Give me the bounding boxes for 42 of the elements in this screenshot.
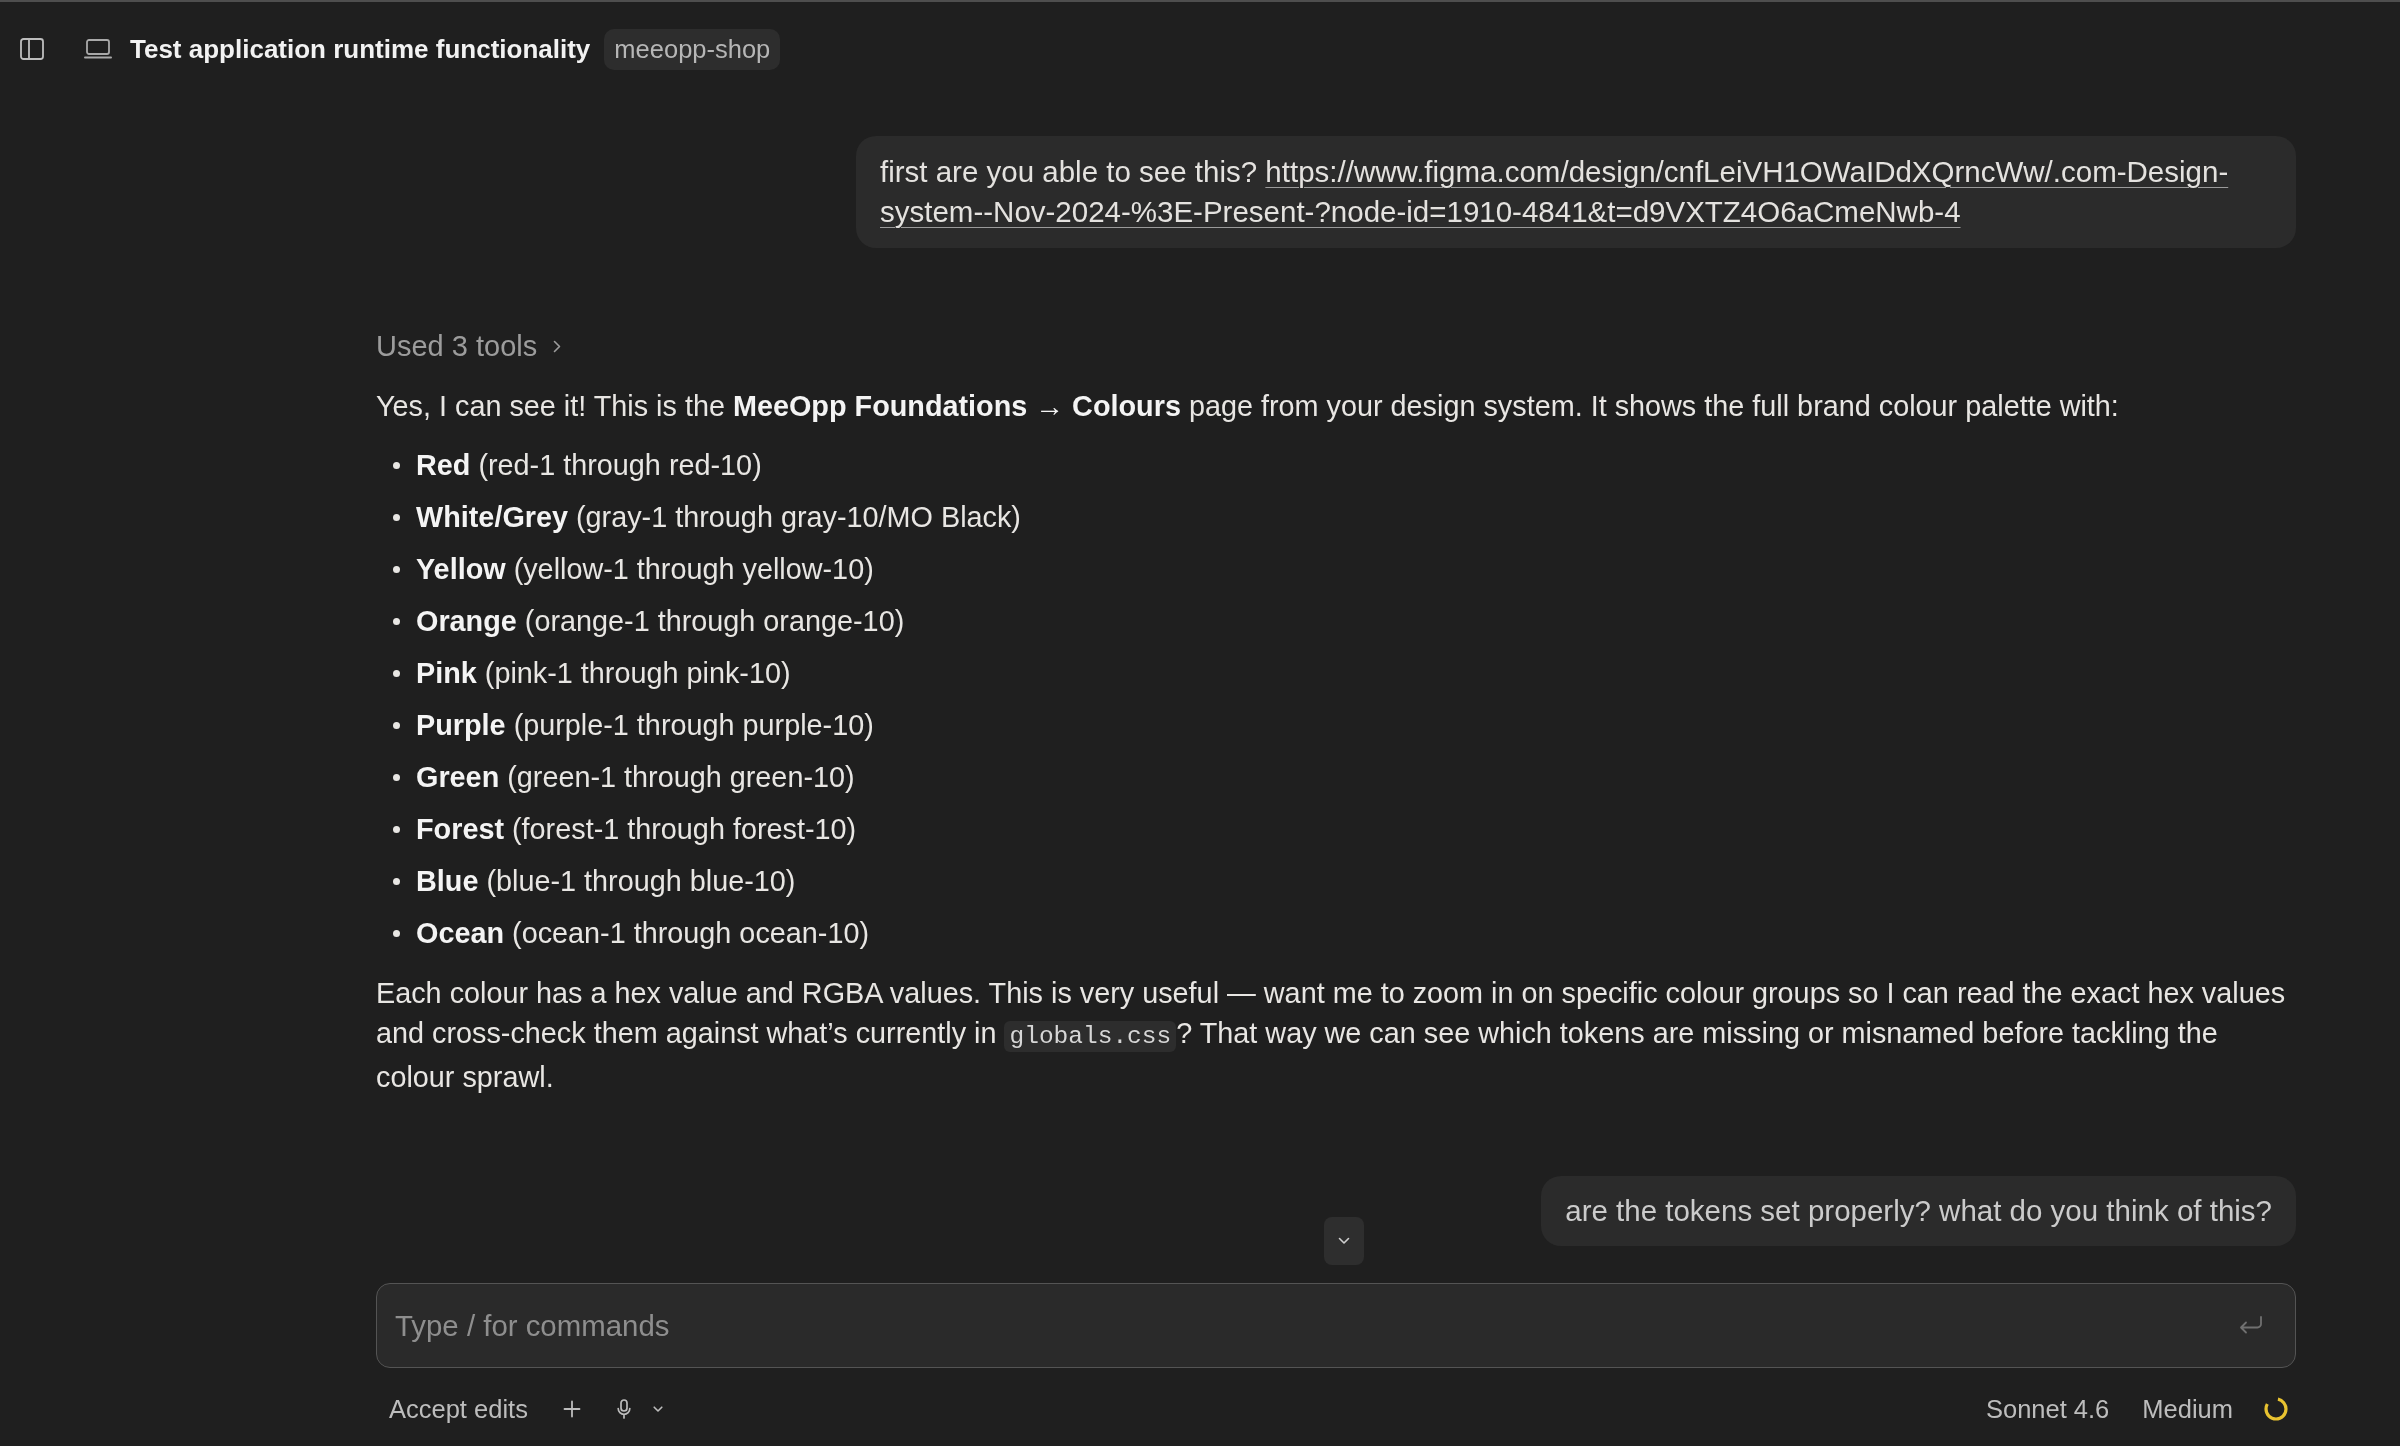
project-badge: meeopp-shop: [604, 28, 781, 70]
list-item-text: Purple (purple-1 through purple-10): [416, 708, 874, 743]
chevron-down-icon[interactable]: [652, 1405, 663, 1413]
window-title: Test application runtime functionality: [130, 33, 591, 65]
list-item-text: Red (red-1 through red-10): [416, 448, 762, 483]
chevron-right-icon: [553, 339, 562, 353]
bullet-icon: [393, 461, 400, 469]
bullet-icon: [393, 617, 400, 625]
microphone-icon[interactable]: [616, 1399, 631, 1419]
bullet-icon: [393, 877, 400, 885]
message-text: Yes, I can see it! This is the MeeOpp Foundations → Colours page from your design system. It shows the full brand colour palette with:: [376, 389, 2119, 424]
list-item-text: Orange (orange-1 through orange-10): [416, 604, 905, 639]
list-item-text: White/Grey (gray-1 through gray-10/MO Black): [416, 500, 1021, 535]
message-text: Each colour has a hex value and RGBA values. This is very useful — want me to zoom in on specific colour groups so I can read the exact hex values and cross-check them against what’s currently in globals.css ? That way we can see which tokens are missing or misnamed before tackling the colour sprawl.: [376, 976, 2287, 1095]
bullet-icon: [393, 929, 400, 937]
message-text: first are you able to see this? https://www.figma.com/design/cnfLeiVH1OWaIDdXQrncWw/.com-Design- system--Nov-2024-%3E-Present-?node-id=1910-4841&t=d9VXTZ4O6aCmeNwb-4: [880, 154, 2230, 230]
message-input[interactable]: Type / for commands: [376, 1283, 2296, 1368]
mode-button[interactable]: Accept edits: [389, 1394, 528, 1424]
effort-selector[interactable]: Medium: [2142, 1394, 2233, 1424]
spinner-icon: [2263, 1396, 2289, 1422]
list-item-text: Pink (pink-1 through pink-10): [416, 656, 791, 691]
list-item-text: Green (green-1 through green-10): [416, 760, 855, 795]
plus-icon[interactable]: [562, 1400, 581, 1418]
return-icon[interactable]: [2238, 1315, 2264, 1335]
bullet-icon: [393, 565, 400, 573]
list-item-text: Forest (forest-1 through forest-10): [416, 812, 857, 847]
list-item-text: Ocean (ocean-1 through ocean-10): [416, 916, 870, 951]
message-text: are the tokens set properly? what do you think of this?: [1565, 1193, 2272, 1229]
model-selector[interactable]: Sonnet 4.6: [1985, 1394, 2110, 1424]
laptop-icon: [84, 39, 112, 59]
bullet-icon: [393, 773, 400, 781]
bullet-icon: [393, 825, 400, 833]
sidebar-icon[interactable]: [20, 38, 44, 60]
bullet-icon: [393, 513, 400, 521]
chevron-down-icon: [1338, 1237, 1350, 1245]
link[interactable]: system--Nov-2024-%3E-Present-?node-id=1910-4841&t=d9VXTZ4O6aCmeNwb-4: [880, 195, 1961, 228]
list-item-text: Yellow (yellow-1 through yellow-10): [416, 552, 874, 587]
link[interactable]: https://www.figma.com/design/cnfLeiVH1OWaIDdXQrncWw/.com-Design-: [1265, 155, 2229, 188]
list-item-text: Blue (blue-1 through blue-10): [416, 864, 796, 899]
bullet-icon: [393, 669, 400, 677]
bullet-icon: [393, 721, 400, 729]
tool-usage-toggle[interactable]: Used 3 tools: [376, 326, 562, 366]
